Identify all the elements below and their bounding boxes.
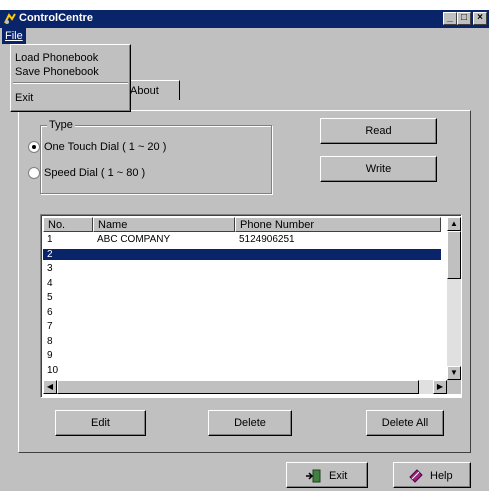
window-title: ControlCentre	[19, 12, 93, 24]
minimize-button[interactable]: _	[443, 12, 457, 25]
cell-name: ABC COMPANY	[97, 234, 171, 245]
table-row[interactable]: 4	[43, 278, 441, 289]
menu-item-save-phonebook[interactable]: Save Phonebook	[15, 65, 99, 79]
list-header: No. Name Phone Number	[43, 217, 441, 232]
horizontal-scroll-thumb[interactable]	[57, 380, 419, 394]
write-button[interactable]: Write	[320, 156, 437, 182]
scroll-up-arrow-icon[interactable]: ▲	[447, 217, 461, 231]
one-touch-dial-label[interactable]: One Touch Dial ( 1 ~ 20 )	[44, 141, 166, 153]
cell-no: 10	[47, 364, 59, 376]
column-header-no[interactable]: No.	[43, 217, 93, 232]
type-groupbox: Type	[40, 119, 272, 194]
menu-bar: File	[0, 28, 489, 44]
cell-no: 8	[47, 335, 53, 347]
exit-label: Exit	[329, 470, 348, 482]
speed-dial-radio[interactable]	[28, 167, 40, 179]
table-row[interactable]: 10	[43, 365, 441, 376]
menu-item-exit[interactable]: Exit	[15, 91, 33, 105]
cell-no: 9	[47, 350, 53, 361]
scroll-right-arrow-icon[interactable]: ▶	[433, 380, 447, 394]
cell-no: 1	[47, 234, 53, 245]
title-bar[interactable]: ControlCentre _ □ ×	[0, 10, 489, 28]
read-button[interactable]: Read	[320, 118, 437, 144]
table-row[interactable]: 7	[43, 321, 441, 332]
table-row[interactable]: 1 ABC COMPANY 5124906251	[43, 234, 441, 245]
help-book-icon	[409, 469, 423, 483]
edit-button[interactable]: Edit	[55, 410, 146, 436]
menu-item-load-phonebook[interactable]: Load Phonebook	[15, 51, 98, 65]
cell-no: 5	[47, 292, 53, 303]
cell-no: 7	[47, 321, 53, 332]
cell-no: 2	[47, 248, 53, 260]
table-row[interactable]: 5	[43, 292, 441, 303]
menu-separator	[13, 82, 128, 84]
phonebook-list[interactable]: No. Name Phone Number 1 ABC COMPANY 512490…	[40, 214, 462, 398]
menu-file[interactable]: File	[2, 28, 26, 44]
one-touch-dial-radio[interactable]	[28, 141, 40, 153]
help-button[interactable]: Help	[393, 462, 471, 488]
cell-phone: 5124906251	[239, 234, 295, 245]
delete-all-button[interactable]: Delete All	[366, 410, 444, 436]
scrollbar-corner	[447, 380, 461, 394]
vertical-scroll-thumb[interactable]	[447, 231, 461, 279]
table-row[interactable]: 3	[43, 263, 441, 274]
delete-button[interactable]: Delete	[208, 410, 292, 436]
scroll-left-arrow-icon[interactable]: ◀	[43, 380, 57, 394]
file-dropdown-menu: Load Phonebook Save Phonebook Exit	[10, 44, 131, 112]
exit-door-icon	[306, 469, 321, 483]
speed-dial-label[interactable]: Speed Dial ( 1 ~ 80 )	[44, 167, 145, 179]
tab-about-label: About	[130, 85, 159, 97]
maximize-button[interactable]: □	[457, 12, 471, 25]
cell-no: 3	[47, 263, 53, 274]
table-row[interactable]: 2	[43, 248, 441, 260]
scroll-down-arrow-icon[interactable]: ▼	[447, 366, 461, 380]
help-label: Help	[430, 470, 453, 482]
cell-no: 6	[47, 306, 53, 318]
close-button[interactable]: ×	[473, 12, 487, 25]
cell-no: 4	[47, 277, 53, 289]
table-row[interactable]: 6	[43, 307, 441, 318]
table-row[interactable]: 8	[43, 336, 441, 347]
column-header-name[interactable]: Name	[93, 217, 235, 232]
column-header-phone[interactable]: Phone Number	[235, 217, 441, 232]
table-row[interactable]: 9	[43, 350, 441, 361]
vertical-scrollbar[interactable]: ▲ ▼	[447, 217, 461, 380]
exit-button[interactable]: Exit	[286, 462, 368, 488]
type-legend: Type	[47, 119, 75, 131]
horizontal-scrollbar[interactable]: ◀ ▶	[43, 380, 447, 394]
app-icon	[4, 13, 16, 24]
